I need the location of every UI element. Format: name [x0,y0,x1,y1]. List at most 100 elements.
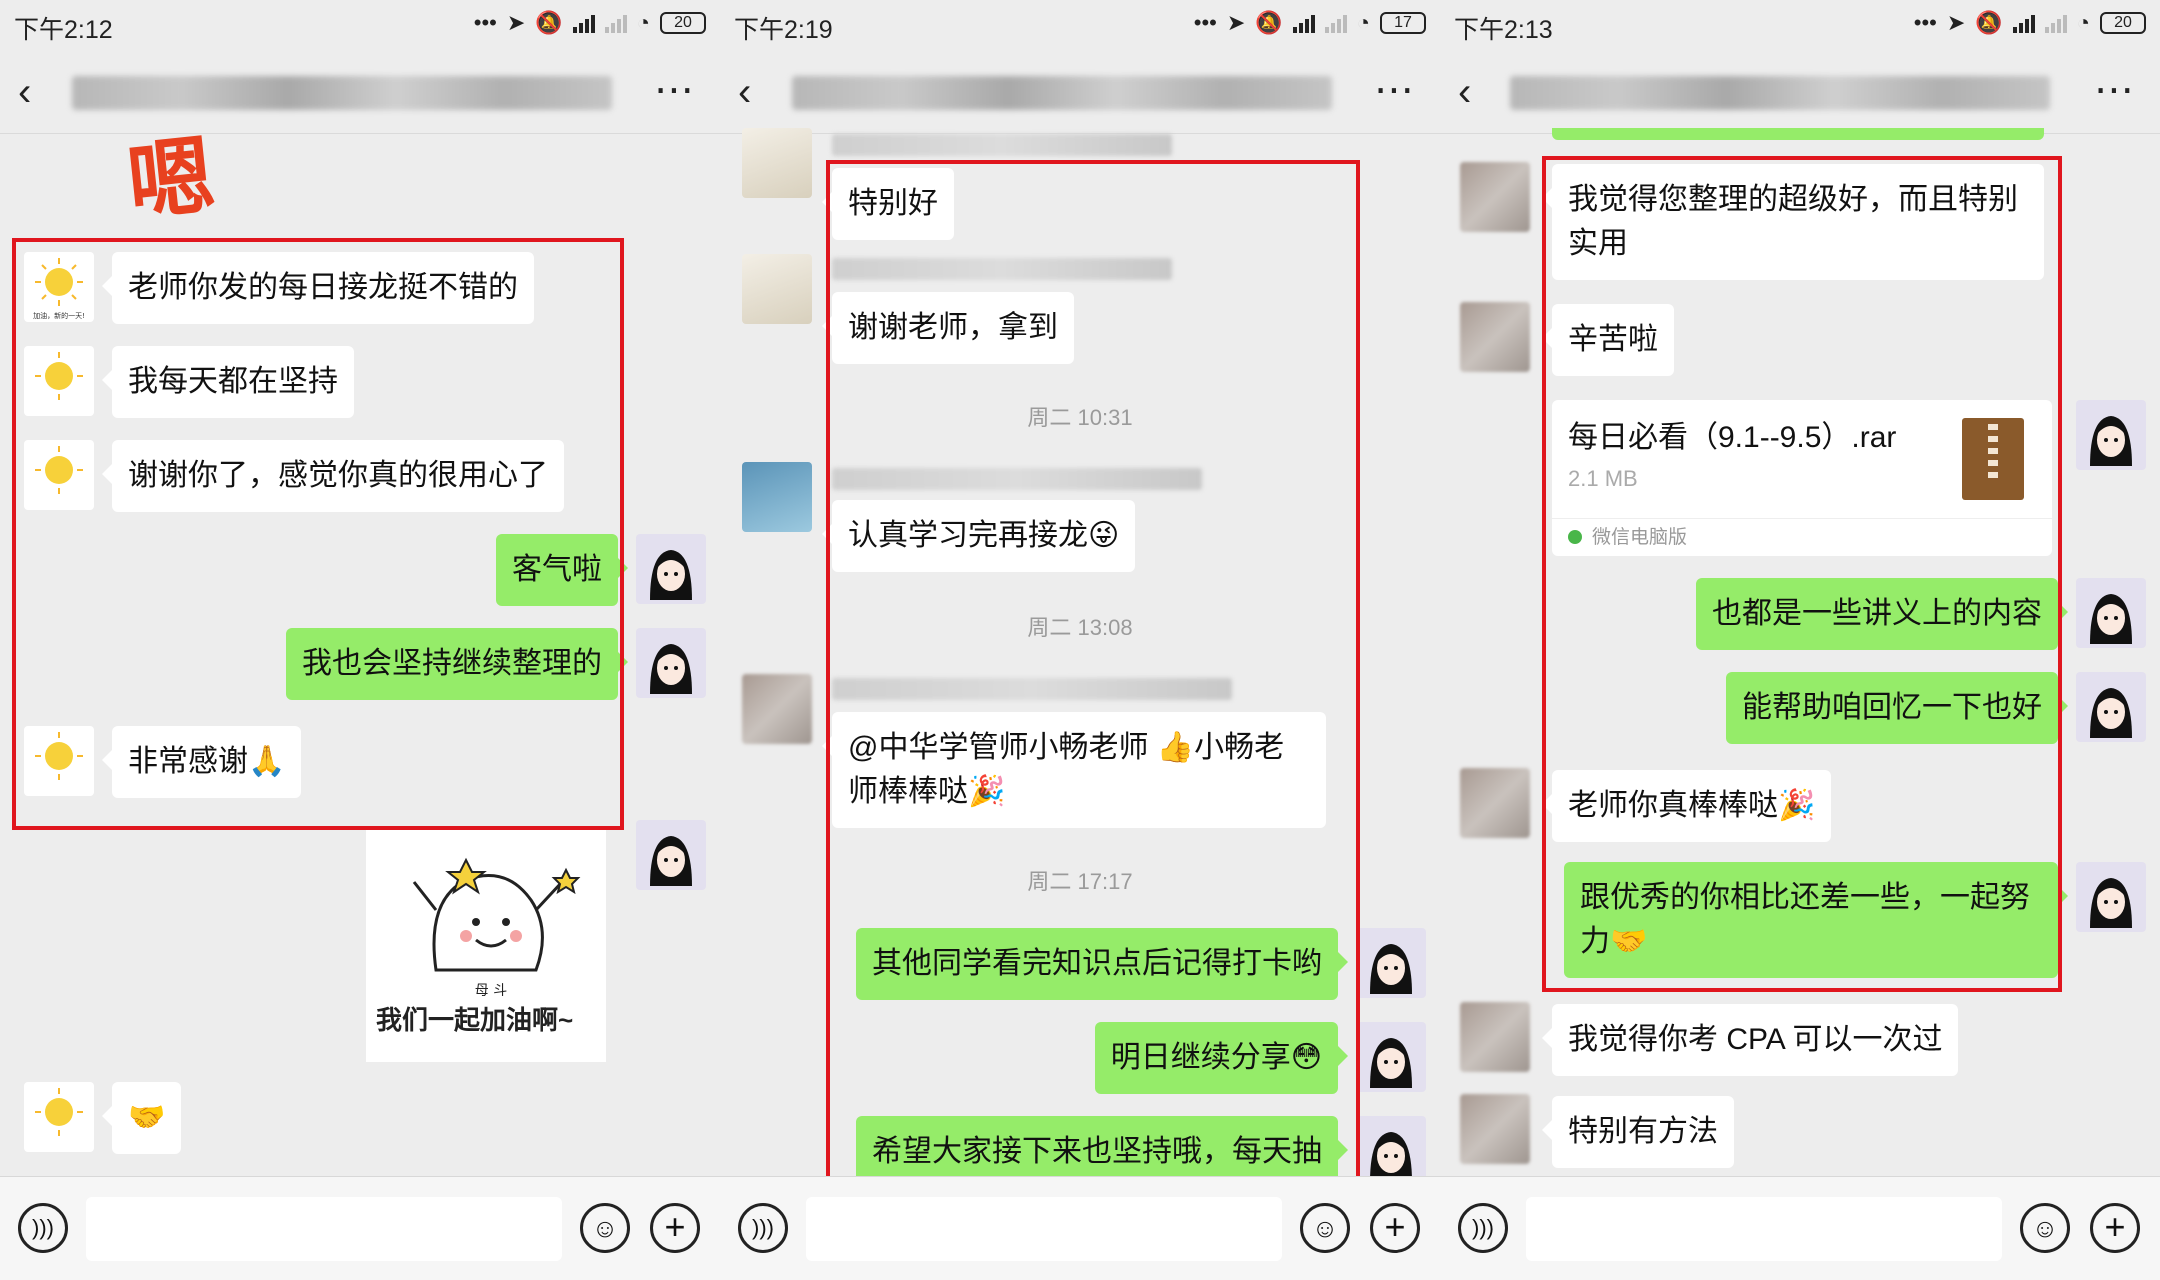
message-bubble[interactable]: 老师你真棒棒哒🎉 [1541,770,1832,842]
avatar-book[interactable] [742,462,812,532]
avatar-blurred[interactable] [1460,162,1530,232]
avatar-girl[interactable] [636,820,706,890]
location-icon: ➤ [1946,10,1966,35]
message-input[interactable] [86,1197,562,1261]
status-icons: ••• ➤ 🔕 ◔ 20 [1914,10,2146,36]
message-bubble[interactable]: 老师你发的每日接龙挺不错的 [102,252,534,324]
message-bubble[interactable]: 明日继续分享😳 [1094,1022,1349,1094]
battery-icon: 20 [2100,12,2146,34]
avatar-sun[interactable] [24,346,94,416]
avatar-girl[interactable] [2076,578,2146,648]
message-bubble[interactable]: 非常感谢🙏 [101,726,302,798]
status-time: 下午2:19 [734,16,833,44]
avatar-sun[interactable]: 加油，新的一天! [24,252,94,322]
wifi-icon: ◔ [1356,10,1370,35]
message-input[interactable] [1526,1197,2002,1261]
status-bar: 下午2:19 ••• ➤ 🔕 ◔ 17 [720,0,1440,50]
cheer-ghost-icon: 母 斗 [412,857,581,999]
emoji-button[interactable]: ☺ [1300,1203,1350,1253]
message-bubble[interactable]: 我觉得您整理的超级好，而且特别实用 [1542,164,2044,280]
sticker-en[interactable]: 嗯 [123,126,219,234]
girl-avatar-icon [650,836,692,886]
sticker-cheer[interactable]: 母 斗 我们一起加油啊~ [366,830,606,1062]
input-bar: ))) ☺ + [0,1176,720,1280]
back-button[interactable]: ‹ [738,70,778,114]
message-bubble[interactable]: 跟优秀的你相比还差一些，一起努力🤝 [1564,862,2068,978]
avatar-girl[interactable] [1356,1022,1426,1092]
avatar-blurred[interactable] [1460,768,1530,838]
message-bubble[interactable]: 也都是一些讲义上的内容 [1696,578,2068,650]
more-dots-icon: ••• [473,10,497,35]
more-options-button[interactable]: ⋯ [654,70,696,110]
emoji-button[interactable]: ☺ [580,1203,630,1253]
message-bubble[interactable]: 特别好 [822,168,954,240]
message-bubble[interactable]: 我觉得你考 CPA 可以一次过 [1541,1004,1959,1076]
avatar-blurred[interactable] [742,674,812,744]
more-options-button[interactable]: ⋯ [1374,70,1416,110]
back-button[interactable]: ‹ [1458,70,1498,114]
plus-button[interactable]: + [1370,1203,1420,1253]
avatar-girl[interactable] [1356,928,1426,998]
message-bubble[interactable]: 其他同学看完知识点后记得打卡哟 [856,928,1348,1000]
timestamp: 周二 10:31 [1027,405,1133,430]
avatar-blurred[interactable] [1460,302,1530,372]
back-button[interactable]: ‹ [18,70,58,114]
message-input[interactable] [806,1197,1282,1261]
chat-title-blurred [72,76,612,110]
message-bubble[interactable]: 认真学习完再接龙😜 [821,500,1136,572]
avatar-girl[interactable] [636,628,706,698]
message-bubble[interactable]: 能帮助咱回忆一下也好 [1726,672,2068,744]
message-bubble[interactable]: 谢谢老师，拿到 [822,292,1074,364]
girl-avatar-icon [1370,1038,1412,1088]
voice-button[interactable]: ))) [1458,1203,1508,1253]
avatar-lady[interactable] [742,128,812,198]
avatar-girl[interactable] [2076,862,2146,932]
girl-avatar-icon [2090,878,2132,928]
sender-name-blurred [832,678,1232,700]
avatar-sun[interactable] [24,440,94,510]
plus-button[interactable]: + [650,1203,700,1253]
message-bubble[interactable]: 特别有方法 [1542,1096,1734,1168]
message-row: 加油，新的一天! 老师你发的每日接龙挺不错的 [24,252,534,324]
girl-avatar-icon [650,644,692,694]
sun-icon [35,352,83,400]
avatar-girl[interactable] [2076,400,2146,470]
message-bubble[interactable]: @中华学管师小畅老师 👍小畅老师棒棒哒🎉 [822,712,1326,828]
voice-button[interactable]: ))) [738,1203,788,1253]
emoji-button[interactable]: ☺ [2020,1203,2070,1253]
location-icon: ➤ [506,10,526,35]
message-bubble[interactable]: 我每天都在坚持 [102,346,354,418]
sender-name-blurred [832,258,1172,280]
message-bubble[interactable]: 🤝 [101,1082,182,1154]
signal-2-icon [604,13,627,33]
avatar-sun[interactable] [24,726,94,796]
chat-title-blurred [1510,76,2050,110]
chat-screen-1: 下午2:12 ••• ➤ 🔕 ◔ 20 ‹ ⋯ 嗯 加油，新的一天! 老师你发的… [0,0,720,1280]
sun-icon: 加油，新的一天! [33,258,85,320]
signal-icon [572,13,595,33]
avatar-blurred[interactable] [1460,1094,1530,1164]
plus-button[interactable]: + [2090,1203,2140,1253]
message-bubble[interactable]: 客气啦 [496,534,628,606]
message-bubble[interactable]: 我也会坚持继续整理的 [286,628,628,700]
voice-button[interactable]: ))) [18,1203,68,1253]
girl-avatar-icon [2090,416,2132,466]
avatar-sun[interactable] [24,1082,94,1152]
more-options-button[interactable]: ⋯ [2094,70,2136,110]
chat-screen-3: 下午2:13 ••• ➤ 🔕 ◔ 20 ‹ ⋯ 我觉得您整理的超级好，而且特别实… [1440,0,2160,1280]
avatar-lady[interactable] [742,254,812,324]
battery-icon: 20 [660,12,706,34]
avatar-girl[interactable] [636,534,706,604]
status-time: 下午2:12 [14,16,113,44]
file-size: 2.1 MB [1568,466,1638,491]
chat-header: ‹ ⋯ [1440,52,2160,134]
sun-icon [35,1088,83,1136]
message-bubble[interactable]: 辛苦啦 [1542,304,1674,376]
more-dots-icon: ••• [1913,10,1937,35]
file-message-card[interactable]: 每日必看（9.1--9.5）.rar 2.1 MB 微信电脑版 [1552,400,2052,556]
status-icons: ••• ➤ 🔕 ◔ 20 [474,10,706,36]
avatar-girl[interactable] [2076,672,2146,742]
message-bubble[interactable]: 谢谢你了，感觉你真的很用心了 [102,440,564,512]
message-bubble-partial [1552,128,2044,140]
avatar-blurred[interactable] [1460,1002,1530,1072]
